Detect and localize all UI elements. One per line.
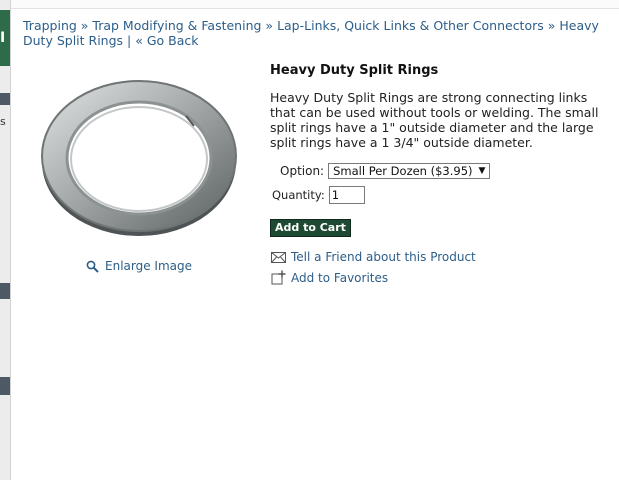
breadcrumb-trapping[interactable]: Trapping <box>23 18 77 33</box>
browser-top-strip <box>0 0 619 9</box>
option-label: Option: <box>280 164 325 178</box>
enlarge-image-link[interactable]: Enlarge Image <box>86 259 192 273</box>
add-to-favorites-label: Add to Favorites <box>291 270 389 285</box>
sidebar-bar <box>0 93 10 105</box>
go-back-link[interactable]: « Go Back <box>135 33 198 48</box>
breadcrumb-trap-modifying[interactable]: Trap Modifying & Fastening <box>92 18 261 33</box>
envelope-icon <box>271 251 286 263</box>
option-selected-value: Small Per Dozen ($3.95) <box>333 164 473 178</box>
quantity-row: Quantity: 1 <box>272 186 365 204</box>
enlarge-image-label: Enlarge Image <box>105 259 192 273</box>
dropdown-arrow-icon: ▼ <box>478 166 486 176</box>
add-to-favorites-link[interactable]: Add to Favorites <box>271 270 388 285</box>
magnifier-icon <box>86 260 99 273</box>
sidebar-bar <box>0 283 10 299</box>
breadcrumb-separator: » <box>80 18 89 33</box>
breadcrumb-lap-links[interactable]: Lap-Links, Quick Links & Other Connector… <box>277 18 544 33</box>
quantity-input[interactable]: 1 <box>328 186 365 204</box>
left-sidebar-edge: I s <box>0 0 11 480</box>
breadcrumb: Trapping » Trap Modifying & Fastening » … <box>23 18 613 48</box>
option-row: Option: Small Per Dozen ($3.95) ▼ <box>280 163 491 179</box>
breadcrumb-separator: » <box>547 18 556 33</box>
sidebar-text-fragment: s <box>0 115 6 128</box>
product-description: Heavy Duty Split Rings are strong connec… <box>270 90 599 150</box>
product-title: Heavy Duty Split Rings <box>270 63 439 78</box>
quantity-label: Quantity: <box>272 188 325 202</box>
add-to-cart-button[interactable]: Add to Cart <box>270 219 351 237</box>
split-ring-photo <box>41 80 237 236</box>
sidebar-bar <box>0 377 10 395</box>
sidebar-logo-fragment: I <box>0 10 10 66</box>
option-select[interactable]: Small Per Dozen ($3.95) ▼ <box>328 163 491 179</box>
breadcrumb-separator: » <box>265 18 274 33</box>
tell-a-friend-label: Tell a Friend about this Product <box>291 250 476 264</box>
breadcrumb-pipe: | <box>127 33 132 48</box>
tell-a-friend-link[interactable]: Tell a Friend about this Product <box>271 250 476 264</box>
product-image[interactable] <box>36 68 242 240</box>
add-favorite-icon <box>271 270 286 285</box>
